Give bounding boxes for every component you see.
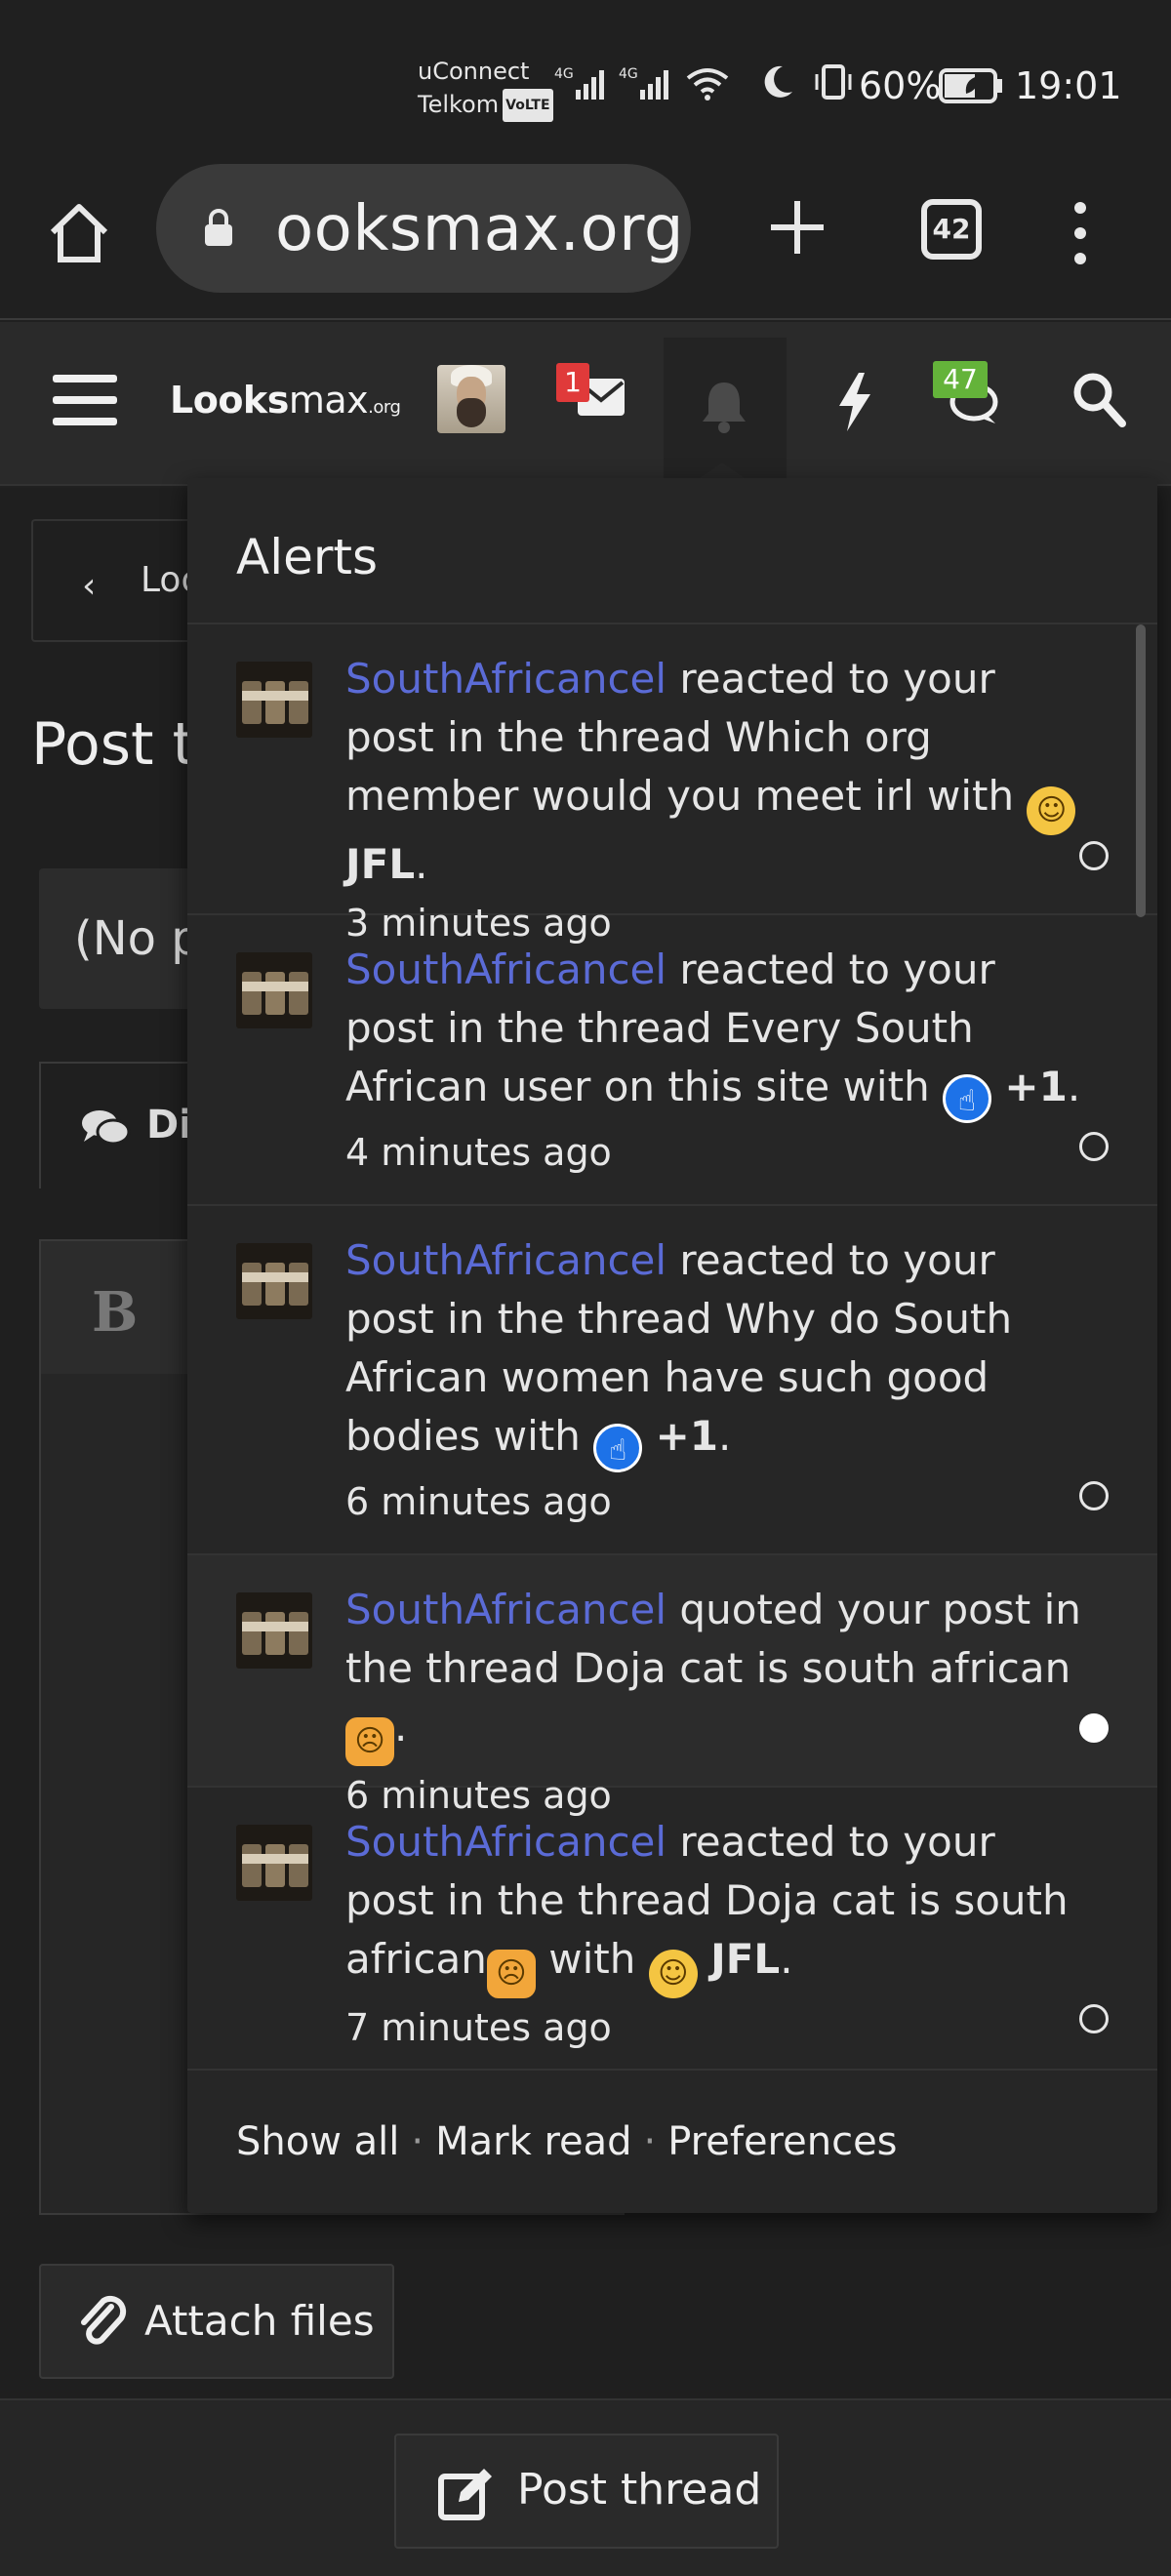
alert-item[interactable]: SouthAfricancel reacted to your post in … [187,915,1157,1206]
alert-timestamp: 6 minutes ago [345,1480,612,1523]
carrier-label: uConnect Telkom VoLTE [418,55,553,122]
network-type-1: 4G [554,66,574,82]
signal-icon: 4G [619,66,668,100]
post-thread-button[interactable]: Post thread [394,2434,779,2549]
whats-new-bolt-icon[interactable] [835,371,874,433]
vibrate-icon [815,64,852,100]
new-tab-icon[interactable] [763,193,831,262]
browser-toolbar: ooksmax.org 42 [0,156,1171,320]
thumbs-up-emoji-icon: ☝ [943,1074,992,1123]
prefix-select-value: (No p [74,911,201,966]
carrier-line-2: Telkom [418,91,500,118]
alert-item[interactable]: SouthAfricancel reacted to your post in … [187,1788,1157,2069]
mark-read-toggle[interactable] [1079,1132,1109,1161]
footer-separator: · [411,2119,424,2164]
alert-text: SouthAfricancel reacted to your post in … [345,650,1087,952]
alert-text: SouthAfricancel reacted to your post in … [345,1231,1087,1531]
mark-read-toggle[interactable] [1079,841,1109,870]
home-icon[interactable] [45,199,113,267]
conversations-badge: 47 [933,361,988,398]
tab-discussion-label: Di [146,1103,192,1147]
alert-reaction-name: +1 [1004,1063,1068,1110]
alert-user-avatar[interactable] [236,1825,312,1901]
search-icon[interactable] [1071,371,1126,429]
alert-item[interactable]: SouthAfricancel reacted to your post in … [187,1206,1157,1555]
footer-separator: · [643,2119,657,2164]
alert-item[interactable]: SouthAfricancel quoted your post in the … [187,1555,1157,1817]
mark-read-toggle[interactable] [1079,1713,1109,1743]
thumbs-up-emoji-icon: ☝ [593,1424,643,1472]
alert-username-link[interactable]: SouthAfricancel [345,1818,666,1866]
alert-action-tail: with [535,1935,649,1983]
url-text: ooksmax.org [275,193,684,265]
alert-username-link[interactable]: SouthAfricancel [345,1586,666,1633]
form-submit-bar: Post thread [0,2398,1171,2576]
paperclip-icon [81,2295,127,2345]
show-all-link[interactable]: Show all [236,2119,399,2164]
attach-files-label: Attach files [144,2297,375,2345]
alert-item[interactable]: SouthAfricancel reacted to your post in … [187,624,1157,945]
user-avatar[interactable] [437,365,505,433]
laughing-crying-emoji-icon: ☺ [648,1950,698,1998]
network-type-2: 4G [619,66,638,82]
attach-files-button[interactable]: Attach files [39,2264,394,2379]
alert-reaction-name: +1 [655,1412,718,1460]
alerts-header: Alerts [187,478,1157,624]
weary-cat-emoji-icon: ☹ [345,1717,394,1766]
alert-text: SouthAfricancel reacted to your post in … [345,1813,1087,2057]
alert-username-link[interactable]: SouthAfricancel [345,655,666,703]
preferences-link[interactable]: Preferences [667,2119,897,2164]
alerts-scrollbar[interactable] [1136,624,1146,917]
logo-text-org: .org [368,397,401,418]
post-thread-label: Post thread [517,2465,762,2515]
alert-timestamp: 4 minutes ago [345,1131,612,1174]
logo-text: Looks [170,379,289,422]
chevron-left-icon: ‹ [82,566,97,606]
comments-icon [82,1110,131,1146]
alert-user-avatar[interactable] [236,1243,312,1319]
alerts-footer: Show all · Mark read · Preferences [187,2069,1157,2213]
do-not-disturb-icon [764,65,792,98]
tab-switcher-button[interactable]: 42 [921,199,982,260]
site-logo[interactable]: Looksmax.org [170,379,401,422]
alert-text: SouthAfricancel reacted to your post in … [345,941,1087,1182]
carrier-line-1: uConnect [418,58,530,85]
overflow-menu-icon[interactable] [1066,199,1095,267]
weary-cat-emoji-icon: ☹ [486,1950,536,1998]
battery-icon [939,68,1002,103]
bell-icon[interactable] [695,377,753,435]
site-nav-bar: Looksmax.org 1 47 [0,322,1171,486]
mark-read-toggle[interactable] [1079,1481,1109,1510]
page-title: Post t [31,710,196,779]
battery-percent: 60% [859,64,942,107]
signal-icon: 4G [554,66,604,100]
mark-read-link[interactable]: Mark read [435,2119,631,2164]
bold-button[interactable]: B [92,1280,138,1345]
lock-icon [205,209,232,246]
alert-user-avatar[interactable] [236,1592,312,1669]
mark-read-toggle[interactable] [1079,2004,1109,2033]
volte-badge: VoLTE [503,89,553,122]
alerts-popup: Alerts SouthAfricancel reacted to your p… [187,478,1157,2213]
logo-text-max: max [288,379,369,422]
wifi-icon [686,68,729,101]
alert-reaction-name: JFL [345,840,416,888]
laughing-crying-emoji-icon: ☺ [1027,786,1076,835]
alert-user-avatar[interactable] [236,952,312,1028]
alert-user-avatar[interactable] [236,662,312,738]
edit-square-icon [438,2469,492,2520]
alerts-list: SouthAfricancel reacted to your post in … [187,624,1157,2069]
clock: 19:01 [1015,64,1122,107]
inbox-badge: 1 [556,363,589,402]
alert-username-link[interactable]: SouthAfricancel [345,946,666,993]
address-bar[interactable]: ooksmax.org [156,164,691,293]
alert-username-link[interactable]: SouthAfricancel [345,1236,666,1284]
hamburger-menu-icon[interactable] [51,371,119,429]
alert-timestamp: 7 minutes ago [345,2006,612,2049]
alert-reaction-name: JFL [710,1935,781,1983]
status-bar: uConnect Telkom VoLTE 4G 4G 60% 19:01 [0,0,1171,156]
alerts-title: Alerts [236,529,379,585]
